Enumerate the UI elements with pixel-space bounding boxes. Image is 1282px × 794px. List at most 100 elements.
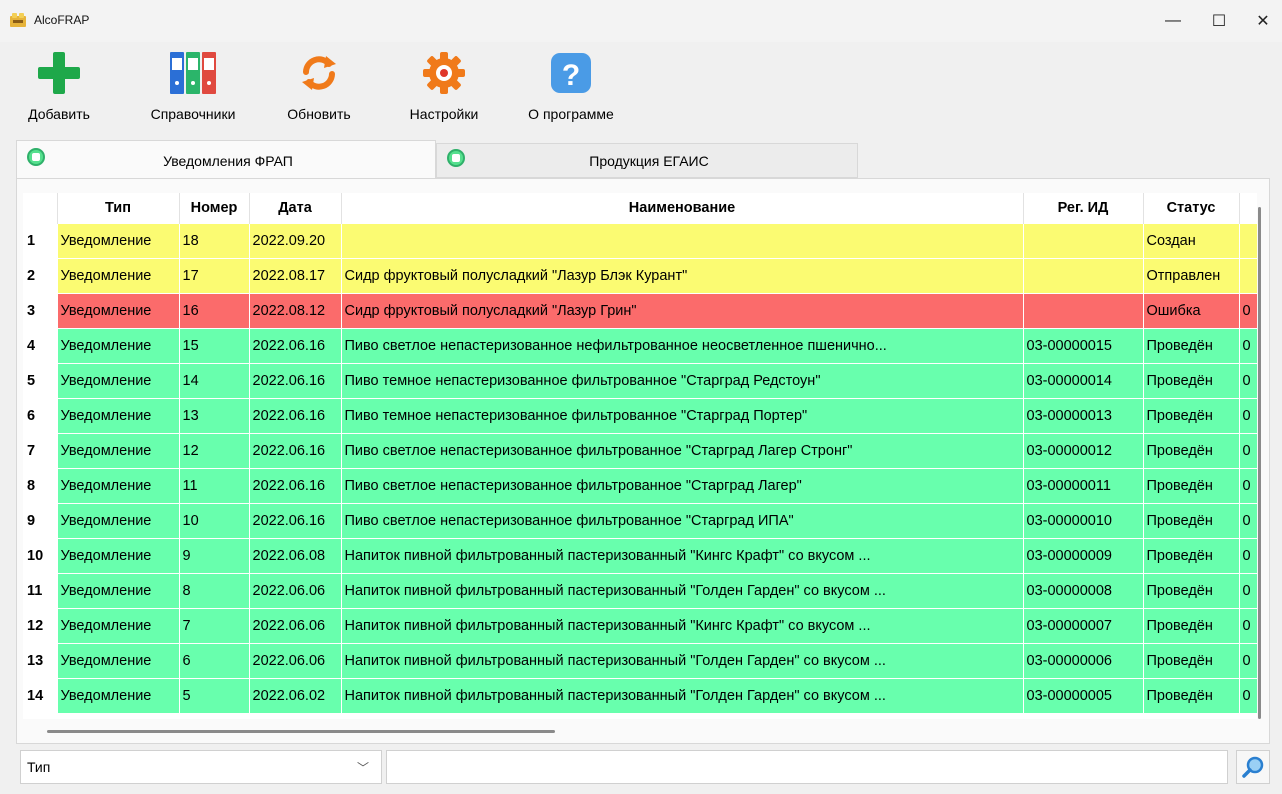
type-cell[interactable]: Уведомление: [57, 572, 180, 608]
date-cell[interactable]: 2022.08.12: [249, 292, 342, 328]
date-cell[interactable]: 2022.06.06: [249, 607, 342, 643]
date-cell[interactable]: 2022.06.16: [249, 467, 342, 503]
name-cell[interactable]: Пиво светлое непастеризованное фильтрова…: [341, 467, 1024, 503]
row-number-cell[interactable]: 6: [23, 398, 58, 433]
number-cell[interactable]: 5: [179, 677, 250, 713]
date-cell[interactable]: 2022.06.06: [249, 572, 342, 608]
reg-id-cell[interactable]: 03-00000012: [1023, 432, 1144, 468]
reg-id-cell[interactable]: 03-00000009: [1023, 537, 1144, 573]
type-cell[interactable]: Уведомление: [57, 432, 180, 468]
reg-id-cell[interactable]: 03-00000008: [1023, 572, 1144, 608]
status-cell[interactable]: Проведён: [1143, 327, 1240, 363]
number-cell[interactable]: 8: [179, 572, 250, 608]
extra-cell[interactable]: 0: [1239, 292, 1257, 328]
extra-cell[interactable]: 0: [1239, 642, 1257, 678]
table-row[interactable]: 3 Уведомление 16 2022.08.12 Сидр фруктовый п…: [23, 292, 1257, 328]
date-cell[interactable]: 2022.06.16: [249, 502, 342, 538]
header-status[interactable]: Статус: [1143, 193, 1240, 223]
name-cell[interactable]: Напиток пивной фильтрованный пастеризова…: [341, 537, 1024, 573]
extra-cell[interactable]: [1239, 257, 1257, 293]
maximize-button[interactable]: ☐: [1196, 0, 1242, 42]
number-cell[interactable]: 11: [179, 467, 250, 503]
extra-cell[interactable]: 0: [1239, 502, 1257, 538]
name-cell[interactable]: Пиво светлое непастеризованное нефильтро…: [341, 327, 1024, 363]
add-button[interactable]: Добавить: [24, 50, 94, 130]
row-number-cell[interactable]: 4: [23, 328, 58, 363]
type-cell[interactable]: Уведомление: [57, 677, 180, 713]
number-cell[interactable]: 13: [179, 397, 250, 433]
type-cell[interactable]: Уведомление: [57, 467, 180, 503]
tab-frap-notifications[interactable]: Уведомления ФРАП: [16, 140, 436, 180]
name-cell[interactable]: Сидр фруктовый полусладкий "Лазур Блэк К…: [341, 257, 1024, 293]
table-row[interactable]: 10 Уведомление 9 2022.06.08 Напиток пивной ф…: [23, 537, 1257, 573]
table-row[interactable]: 5 Уведомление 14 2022.06.16 Пиво темное непа…: [23, 362, 1257, 398]
reg-id-cell[interactable]: 03-00000013: [1023, 397, 1144, 433]
type-cell[interactable]: Уведомление: [57, 397, 180, 433]
number-cell[interactable]: 17: [179, 257, 250, 293]
row-number-cell[interactable]: 7: [23, 433, 58, 468]
row-number-cell[interactable]: 10: [23, 538, 58, 573]
table-row[interactable]: 12 Уведомление 7 2022.06.06 Напиток пивной ф…: [23, 607, 1257, 643]
number-cell[interactable]: 15: [179, 327, 250, 363]
status-cell[interactable]: Проведён: [1143, 502, 1240, 538]
name-cell[interactable]: Сидр фруктовый полусладкий "Лазур Грин": [341, 292, 1024, 328]
status-cell[interactable]: Проведён: [1143, 537, 1240, 573]
status-cell[interactable]: Проведён: [1143, 572, 1240, 608]
reg-id-cell[interactable]: 03-00000015: [1023, 327, 1144, 363]
status-cell[interactable]: Проведён: [1143, 362, 1240, 398]
number-cell[interactable]: 14: [179, 362, 250, 398]
status-cell[interactable]: Проведён: [1143, 642, 1240, 678]
date-cell[interactable]: 2022.06.16: [249, 432, 342, 468]
refresh-button[interactable]: Обновить: [274, 50, 364, 130]
reg-id-cell[interactable]: 03-00000014: [1023, 362, 1144, 398]
row-number-cell[interactable]: 5: [23, 363, 58, 398]
type-cell[interactable]: Уведомление: [57, 607, 180, 643]
extra-cell[interactable]: 0: [1239, 537, 1257, 573]
reg-id-cell[interactable]: 03-00000007: [1023, 607, 1144, 643]
header-reg-id[interactable]: Рег. ИД: [1023, 193, 1144, 223]
date-cell[interactable]: 2022.06.02: [249, 677, 342, 713]
date-cell[interactable]: 2022.09.20: [249, 222, 342, 258]
table-row[interactable]: 9 Уведомление 10 2022.06.16 Пиво светлое неп…: [23, 502, 1257, 538]
date-cell[interactable]: 2022.06.16: [249, 397, 342, 433]
type-cell[interactable]: Уведомление: [57, 362, 180, 398]
number-cell[interactable]: 18: [179, 222, 250, 258]
number-cell[interactable]: 7: [179, 607, 250, 643]
date-cell[interactable]: 2022.06.16: [249, 362, 342, 398]
number-cell[interactable]: 12: [179, 432, 250, 468]
table-row[interactable]: 6 Уведомление 13 2022.06.16 Пиво темное непа…: [23, 397, 1257, 433]
name-cell[interactable]: [341, 222, 1024, 258]
references-button[interactable]: Справочники: [138, 50, 248, 130]
date-cell[interactable]: 2022.08.17: [249, 257, 342, 293]
reg-id-cell[interactable]: 03-00000006: [1023, 642, 1144, 678]
number-cell[interactable]: 6: [179, 642, 250, 678]
extra-cell[interactable]: 0: [1239, 327, 1257, 363]
name-cell[interactable]: Пиво темное непастеризованное фильтрован…: [341, 397, 1024, 433]
name-cell[interactable]: Напиток пивной фильтрованный пастеризова…: [341, 642, 1024, 678]
table-row[interactable]: 8 Уведомление 11 2022.06.16 Пиво светлое неп…: [23, 467, 1257, 503]
header-type[interactable]: Тип: [57, 193, 180, 223]
vertical-scrollbar[interactable]: [1258, 207, 1261, 719]
date-cell[interactable]: 2022.06.06: [249, 642, 342, 678]
search-button[interactable]: [1236, 750, 1270, 784]
table-row[interactable]: 1 Уведомление 18 2022.09.20 Создан: [23, 222, 1257, 258]
status-cell[interactable]: Ошибка: [1143, 292, 1240, 328]
status-cell[interactable]: Отправлен: [1143, 257, 1240, 293]
type-cell[interactable]: Уведомление: [57, 502, 180, 538]
status-cell[interactable]: Проведён: [1143, 397, 1240, 433]
name-cell[interactable]: Пиво светлое непастеризованное фильтрова…: [341, 432, 1024, 468]
row-number-cell[interactable]: 1: [23, 223, 58, 258]
header-number[interactable]: Номер: [179, 193, 250, 223]
tab-egais-products[interactable]: Продукция ЕГАИС: [436, 143, 858, 178]
extra-cell[interactable]: 0: [1239, 467, 1257, 503]
settings-button[interactable]: Настройки: [396, 50, 492, 130]
name-cell[interactable]: Напиток пивной фильтрованный пастеризова…: [341, 607, 1024, 643]
type-cell[interactable]: Уведомление: [57, 642, 180, 678]
horizontal-scrollbar[interactable]: [47, 730, 555, 733]
reg-id-cell[interactable]: [1023, 292, 1144, 328]
row-number-cell[interactable]: 3: [23, 293, 58, 328]
extra-cell[interactable]: 0: [1239, 362, 1257, 398]
reg-id-cell[interactable]: 03-00000011: [1023, 467, 1144, 503]
number-cell[interactable]: 10: [179, 502, 250, 538]
row-number-cell[interactable]: 2: [23, 258, 58, 293]
